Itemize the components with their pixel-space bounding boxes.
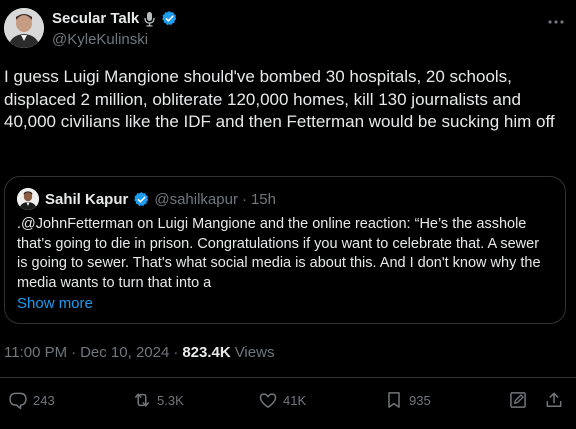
separator-dot: · xyxy=(241,190,247,208)
verified-badge-icon[interactable] xyxy=(133,191,150,208)
author-avatar[interactable] xyxy=(4,8,44,48)
repost-icon xyxy=(132,390,152,410)
repost-count: 5.3K xyxy=(157,392,184,408)
bookmark-icon xyxy=(384,390,404,410)
author-handle[interactable]: @KyleKulinski xyxy=(52,31,148,48)
tweet-time[interactable]: 11:00 PM xyxy=(4,344,67,361)
author-name[interactable]: Secular Talk xyxy=(52,10,139,27)
tweet-text: I guess Luigi Mangione should've bombed … xyxy=(4,67,555,131)
quoted-tweet-header: Sahil Kapur @sahilkapur · 15h xyxy=(17,188,276,210)
tweet-header: Secular Talk @KyleKulinski xyxy=(4,6,568,52)
quoted-tweet[interactable]: Sahil Kapur @sahilkapur · 15h .@JohnFett… xyxy=(4,176,566,324)
quoted-tweet-time[interactable]: 15h xyxy=(251,191,276,208)
action-bar: 243 5.3K 41K 935 xyxy=(6,390,568,414)
reply-count: 243 xyxy=(33,392,55,408)
views-count: 823.4K xyxy=(182,344,231,361)
quoted-author-name[interactable]: Sahil Kapur xyxy=(45,191,128,208)
separator-dot: · xyxy=(173,344,179,361)
tweet-meta: 11:00 PM · Dec 10, 2024 · 823.4K Views xyxy=(4,344,274,361)
quoted-author-avatar-image xyxy=(17,188,39,210)
edit-icon xyxy=(508,390,528,410)
quoted-author-avatar[interactable] xyxy=(17,188,39,210)
like-button[interactable]: 41K xyxy=(258,390,306,410)
share-button[interactable] xyxy=(544,390,564,410)
like-icon xyxy=(258,390,278,410)
bookmark-count: 935 xyxy=(409,392,431,408)
more-options-icon[interactable] xyxy=(546,12,566,32)
divider xyxy=(0,377,576,378)
author-avatar-image xyxy=(4,8,44,48)
reply-icon xyxy=(8,390,28,410)
microphone-icon xyxy=(142,11,157,27)
repost-button[interactable]: 5.3K xyxy=(132,390,184,410)
tweet-date[interactable]: Dec 10, 2024 xyxy=(80,344,169,361)
quoted-author-handle[interactable]: @sahilkapur xyxy=(154,191,238,208)
author-name-row: Secular Talk xyxy=(52,10,178,27)
quoted-tweet-text: .@JohnFetterman on Luigi Mangione and th… xyxy=(17,216,541,291)
like-count: 41K xyxy=(283,392,307,408)
reply-button[interactable]: 243 xyxy=(8,390,55,410)
views-label: Views xyxy=(234,344,275,361)
bookmark-button[interactable]: 935 xyxy=(384,390,431,410)
verified-badge-icon[interactable] xyxy=(161,10,178,27)
edit-button[interactable] xyxy=(508,390,528,410)
share-icon xyxy=(544,390,564,410)
show-more-link[interactable]: Show more xyxy=(17,295,93,312)
separator-dot: · xyxy=(71,344,77,361)
